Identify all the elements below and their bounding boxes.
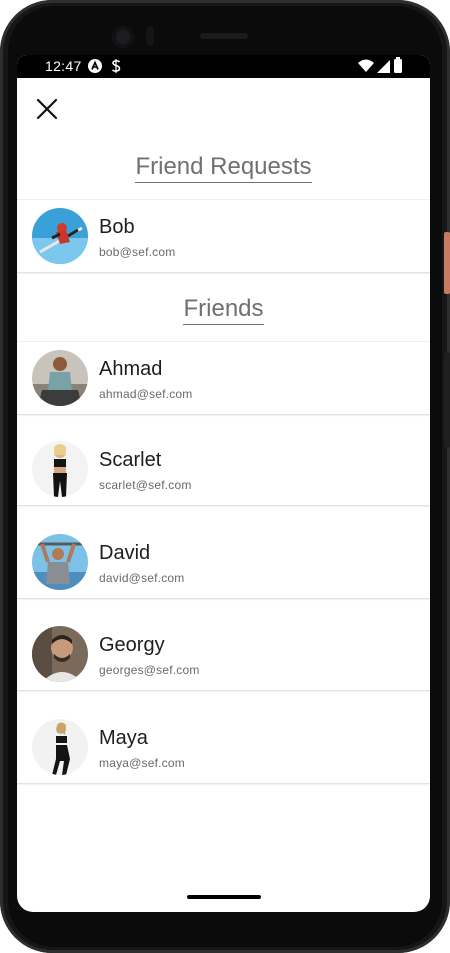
friends-title: Friends [183, 295, 264, 325]
contact-email: david@sef.com [99, 571, 185, 585]
power-button[interactable] [444, 232, 450, 294]
earpiece-speaker [200, 33, 248, 39]
wifi-icon [358, 59, 374, 78]
avatar [32, 350, 88, 406]
contact-name: David [99, 542, 151, 564]
notification-s-icon [110, 59, 122, 78]
contact-email: bob@sef.com [99, 245, 176, 259]
friend-request-row[interactable]: Bob bob@sef.com [17, 199, 430, 273]
contact-name: Maya [99, 727, 148, 749]
contact-name: Ahmad [99, 358, 163, 380]
notification-a-icon [88, 59, 102, 78]
contact-name: Georgy [99, 634, 165, 656]
contact-email: maya@sef.com [99, 756, 185, 770]
proximity-sensor [146, 26, 154, 46]
status-time: 12:47 [45, 58, 82, 74]
friend-row[interactable]: Scarlet scarlet@sef.com [17, 433, 430, 506]
friend-requests-title: Friend Requests [135, 153, 312, 183]
contact-name: Bob [99, 216, 135, 238]
front-camera [112, 26, 134, 48]
battery-icon [394, 57, 402, 73]
contact-email: ahmad@sef.com [99, 387, 193, 401]
avatar [32, 208, 88, 264]
friend-row[interactable]: Maya maya@sef.com [17, 711, 430, 784]
friend-row[interactable]: Ahmad ahmad@sef.com [17, 341, 430, 415]
avatar [32, 441, 88, 497]
volume-button[interactable] [444, 352, 450, 448]
contact-name: Scarlet [99, 449, 162, 471]
avatar [32, 719, 88, 775]
status-bar: 12:47 [17, 55, 430, 78]
friend-row[interactable]: David david@sef.com [17, 526, 430, 599]
avatar [32, 626, 88, 682]
avatar [32, 534, 88, 590]
friend-requests-heading: Friend Requests [17, 153, 430, 183]
friends-heading: Friends [17, 295, 430, 325]
contact-email: georges@sef.com [99, 663, 200, 677]
close-icon [36, 98, 58, 120]
close-button[interactable] [34, 96, 60, 122]
app-screen: 12:47 Friend Requests Bob bob@sef.com Fr… [17, 55, 430, 912]
gesture-nav-handle[interactable] [187, 895, 261, 899]
contact-email: scarlet@sef.com [99, 478, 192, 492]
signal-icon [377, 60, 390, 78]
friend-row[interactable]: Georgy georges@sef.com [17, 618, 430, 691]
